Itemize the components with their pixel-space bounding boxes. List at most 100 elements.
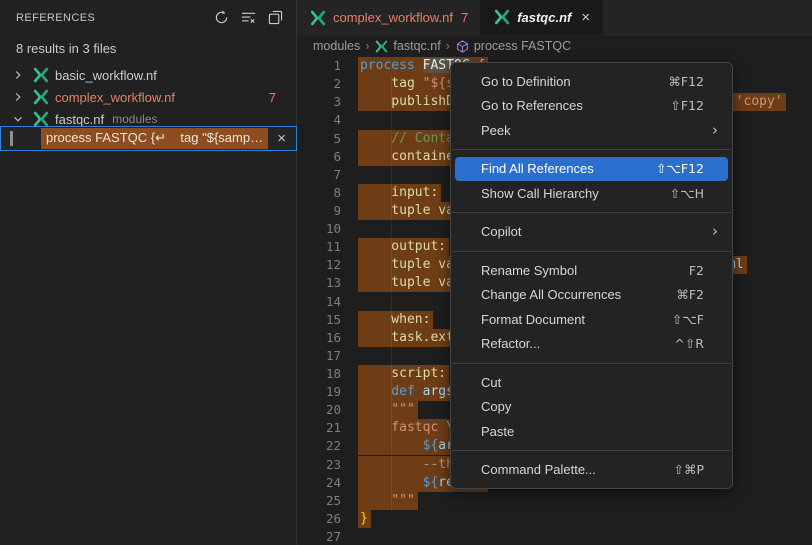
- line-number: 11: [297, 238, 341, 256]
- chevron-right-icon[interactable]: [10, 89, 26, 105]
- breadcrumb-separator: ›: [365, 39, 369, 53]
- line-number: 15: [297, 311, 341, 329]
- line-number: 3: [297, 93, 341, 111]
- menu-separator: [452, 251, 731, 252]
- context-menu-item[interactable]: Change All Occurrences ⌘F2: [455, 283, 728, 308]
- menu-item-label: Format Document: [481, 312, 672, 327]
- menu-item-shortcut: ⇧F12: [670, 98, 704, 113]
- reference-result-row[interactable]: process FASTQC {↵ tag "${samp… ×: [0, 126, 297, 151]
- line-number: 23: [297, 456, 341, 474]
- menu-item-label: Copilot: [481, 224, 704, 239]
- code-text: }: [360, 510, 368, 528]
- breadcrumb-item-symbol[interactable]: process FASTQC: [474, 39, 571, 53]
- code-text: """: [360, 492, 415, 510]
- context-menu-item[interactable]: Format Document ⇧⌥F: [455, 307, 728, 332]
- sidebar-header: REFERENCES: [0, 0, 296, 35]
- context-menu-item[interactable]: Copilot ›: [455, 220, 728, 245]
- nextflow-icon: [32, 67, 50, 83]
- line-number: 22: [297, 437, 341, 455]
- context-menu-item[interactable]: Command Palette... ⇧⌘P: [455, 458, 728, 483]
- reference-file-row[interactable]: complex_workflow.nf 7: [0, 86, 296, 108]
- clear-all-icon[interactable]: [237, 7, 259, 29]
- menu-item-label: Go to Definition: [481, 74, 668, 89]
- line-number: 5: [297, 130, 341, 148]
- line-number: 2: [297, 75, 341, 93]
- line-number: 4: [297, 111, 341, 129]
- results-summary: 8 results in 3 files: [0, 35, 296, 64]
- line-number: 27: [297, 528, 341, 545]
- context-menu-item[interactable]: Paste: [455, 419, 728, 444]
- file-description: modules: [112, 112, 157, 126]
- reference-snippet: process FASTQC {↵ tag "${samp…: [41, 128, 268, 149]
- line-number: 18: [297, 365, 341, 383]
- line-number: 17: [297, 347, 341, 365]
- code-line[interactable]: 25 """: [297, 492, 812, 510]
- nextflow-icon: [32, 89, 50, 105]
- line-number: 20: [297, 401, 341, 419]
- editor-context-menu: Go to Definition ⌘F12 Go to References ⇧…: [450, 62, 733, 489]
- reference-file-row[interactable]: basic_workflow.nf: [0, 64, 296, 86]
- tab-label: complex_workflow.nf: [333, 10, 453, 25]
- line-number: 9: [297, 202, 341, 220]
- code-line[interactable]: 27: [297, 528, 812, 545]
- menu-item-label: Change All Occurrences: [481, 287, 676, 302]
- sidebar-title: REFERENCES: [16, 12, 205, 24]
- nextflow-icon: [309, 10, 327, 26]
- chevron-right-icon[interactable]: [10, 111, 26, 127]
- submenu-chevron-icon: ›: [712, 224, 718, 239]
- nextflow-icon: [374, 40, 389, 53]
- file-name: complex_workflow.nf: [55, 90, 175, 105]
- menu-item-label: Paste: [481, 424, 704, 439]
- nextflow-icon: [493, 9, 511, 25]
- dismiss-result-icon[interactable]: ×: [277, 131, 286, 146]
- tab-label: fastqc.nf: [517, 10, 571, 25]
- menu-item-shortcut: ⇧⌥H: [670, 186, 704, 201]
- menu-item-label: Show Call Hierarchy: [481, 186, 670, 201]
- code-text: when:: [360, 311, 430, 329]
- context-menu-item[interactable]: Show Call Hierarchy ⇧⌥H: [455, 181, 728, 206]
- menu-item-label: Peek: [481, 123, 704, 138]
- editor-tab[interactable]: complex_workflow.nf 7: [297, 0, 481, 35]
- menu-separator: [452, 212, 731, 213]
- line-number: 26: [297, 510, 341, 528]
- line-number: 21: [297, 419, 341, 437]
- breadcrumb-item-file[interactable]: fastqc.nf: [393, 39, 440, 53]
- context-menu-item[interactable]: Refactor... ^⇧R: [455, 332, 728, 357]
- context-menu-item[interactable]: Peek ›: [455, 118, 728, 143]
- line-number: 1: [297, 57, 341, 75]
- menu-item-label: Find All References: [481, 161, 656, 176]
- editor-tab-bar: complex_workflow.nf 7 fastqc.nf ×: [297, 0, 812, 35]
- code-text: fastqc \: [360, 419, 454, 437]
- menu-separator: [452, 363, 731, 364]
- menu-separator: [452, 149, 731, 150]
- file-name: fastqc.nf: [55, 112, 104, 127]
- context-menu-item[interactable]: Go to Definition ⌘F12: [455, 69, 728, 94]
- context-menu-item[interactable]: Rename Symbol F2: [455, 258, 728, 283]
- collapse-all-icon[interactable]: [264, 7, 286, 29]
- indent-guide: [10, 131, 13, 146]
- context-menu-item[interactable]: Cut: [455, 370, 728, 395]
- line-number: 10: [297, 220, 341, 238]
- context-menu-item[interactable]: Copy: [455, 395, 728, 420]
- code-line[interactable]: 26}: [297, 510, 812, 528]
- line-number: 16: [297, 329, 341, 347]
- refresh-icon[interactable]: [210, 7, 232, 29]
- menu-item-shortcut: ⌘F2: [676, 287, 704, 302]
- context-menu-item[interactable]: Go to References ⇧F12: [455, 94, 728, 119]
- editor-tab[interactable]: fastqc.nf ×: [481, 0, 603, 35]
- menu-item-shortcut: ⇧⌘P: [673, 462, 704, 477]
- menu-item-shortcut: ⇧⌥F12: [656, 161, 704, 176]
- line-number: 7: [297, 166, 341, 184]
- context-menu-item[interactable]: Find All References ⇧⌥F12: [455, 157, 728, 182]
- code-text: output:: [360, 238, 446, 256]
- indent-guide: [391, 75, 392, 511]
- breadcrumb-item-modules[interactable]: modules: [313, 39, 360, 53]
- symbol-namespace-icon: [455, 40, 470, 53]
- menu-item-label: Refactor...: [481, 336, 674, 351]
- chevron-right-icon[interactable]: [10, 67, 26, 83]
- tab-close-icon[interactable]: ×: [581, 10, 590, 25]
- references-tree: basic_workflow.nf complex_workflow.nf 7 …: [0, 64, 296, 130]
- line-number: 6: [297, 148, 341, 166]
- line-number: 12: [297, 256, 341, 274]
- breadcrumb-separator: ›: [446, 39, 450, 53]
